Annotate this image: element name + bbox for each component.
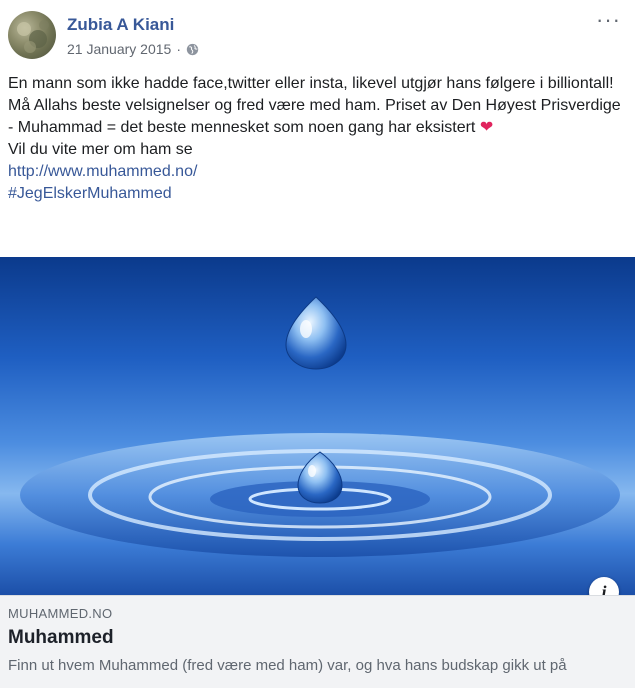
facebook-post: Zubia A Kiani 21 January 2015 · ··· En m… bbox=[0, 0, 635, 688]
author-avatar[interactable] bbox=[8, 11, 56, 59]
post-text-line1: En mann som ikke hadde face,twitter elle… bbox=[8, 75, 621, 136]
link-domain: MUHAMMED.NO bbox=[8, 606, 113, 621]
heart-icon: ❤ bbox=[479, 119, 494, 136]
link-title[interactable]: Muhammed bbox=[8, 627, 114, 649]
link-preview-image[interactable] bbox=[0, 257, 635, 595]
link-preview-card[interactable]: MUHAMMED.NO Muhammed Finn ut hvem Muhamm… bbox=[0, 595, 635, 688]
post-date[interactable]: 21 January 2015 bbox=[67, 41, 171, 57]
post-text-line2: Vil du vite mer om ham se bbox=[8, 141, 193, 158]
avatar-image bbox=[17, 20, 49, 53]
more-options-icon[interactable]: ··· bbox=[596, 9, 621, 31]
post-link[interactable]: http://www.muhammed.no/ bbox=[8, 163, 197, 180]
meta-separator: · bbox=[176, 41, 181, 57]
post-text-main: En mann som ikke hadde face,twitter elle… bbox=[8, 73, 628, 139]
author-name[interactable]: Zubia A Kiani bbox=[67, 15, 174, 35]
post-meta: 21 January 2015 · bbox=[67, 41, 199, 57]
post-hashtag[interactable]: #JegElskerMuhammed bbox=[8, 183, 628, 205]
post-body: En mann som ikke hadde face,twitter elle… bbox=[8, 73, 628, 205]
post-header: Zubia A Kiani 21 January 2015 · ··· bbox=[0, 0, 635, 70]
globe-icon[interactable] bbox=[186, 43, 199, 56]
link-description: Finn ut hvem Muhammed (fred være med ham… bbox=[8, 657, 567, 674]
water-drop-image bbox=[20, 296, 620, 557]
